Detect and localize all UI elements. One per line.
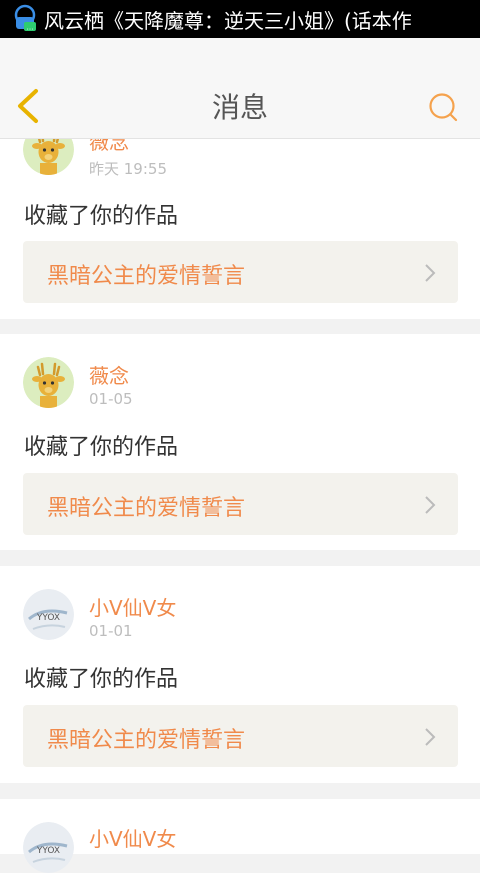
message-card[interactable]: YYOX 小V仙V女: [0, 799, 480, 873]
chevron-right-icon: [425, 496, 436, 514]
sketch-avatar[interactable]: YYOX: [23, 822, 74, 873]
action-text: 收藏了你的作品: [24, 667, 179, 692]
work-title: 黑暗公主的爱情誓言: [47, 496, 246, 521]
notification-text: 风云栖《天降魔尊：逆天三小姐》(话本作: [44, 8, 412, 33]
message-card[interactable]: YYOX 小V仙V女 01-01 收藏了你的作品 黑暗公主的爱情誓言: [0, 566, 480, 783]
action-text: 收藏了你的作品: [24, 435, 179, 460]
svg-text:YYOX: YYOX: [36, 846, 60, 856]
username[interactable]: 小V仙V女: [89, 592, 176, 621]
svg-text:YYOX: YYOX: [36, 613, 60, 623]
username[interactable]: 薇念: [89, 360, 129, 389]
work-link[interactable]: 黑暗公主的爱情誓言: [23, 241, 458, 303]
search-icon[interactable]: [427, 91, 459, 123]
sketch-avatar[interactable]: YYOX: [23, 589, 74, 640]
app-notification-icon: …: [14, 4, 36, 32]
page-title: 消息: [211, 91, 268, 124]
work-link[interactable]: 黑暗公主的爱情誓言: [23, 473, 458, 535]
deer-avatar[interactable]: [23, 357, 74, 408]
work-link[interactable]: 黑暗公主的爱情誓言: [23, 705, 458, 767]
chevron-right-icon: [425, 264, 436, 282]
svg-text:…: …: [27, 24, 34, 32]
action-text: 收藏了你的作品: [24, 204, 179, 229]
app-header: 消息: [0, 38, 480, 139]
timestamp: 01-05: [89, 390, 133, 408]
message-card[interactable]: 薇念 01-05 收藏了你的作品 黑暗公主的爱情誓言: [0, 334, 480, 550]
timestamp: 01-01: [89, 622, 133, 640]
username[interactable]: 小V仙V女: [89, 823, 176, 852]
timestamp: 昨天 19:55: [89, 160, 167, 178]
status-bar: … 风云栖《天降魔尊：逆天三小姐》(话本作: [0, 0, 480, 38]
chevron-right-icon: [425, 728, 436, 746]
work-title: 黑暗公主的爱情誓言: [47, 264, 246, 289]
work-title: 黑暗公主的爱情誓言: [47, 728, 246, 753]
